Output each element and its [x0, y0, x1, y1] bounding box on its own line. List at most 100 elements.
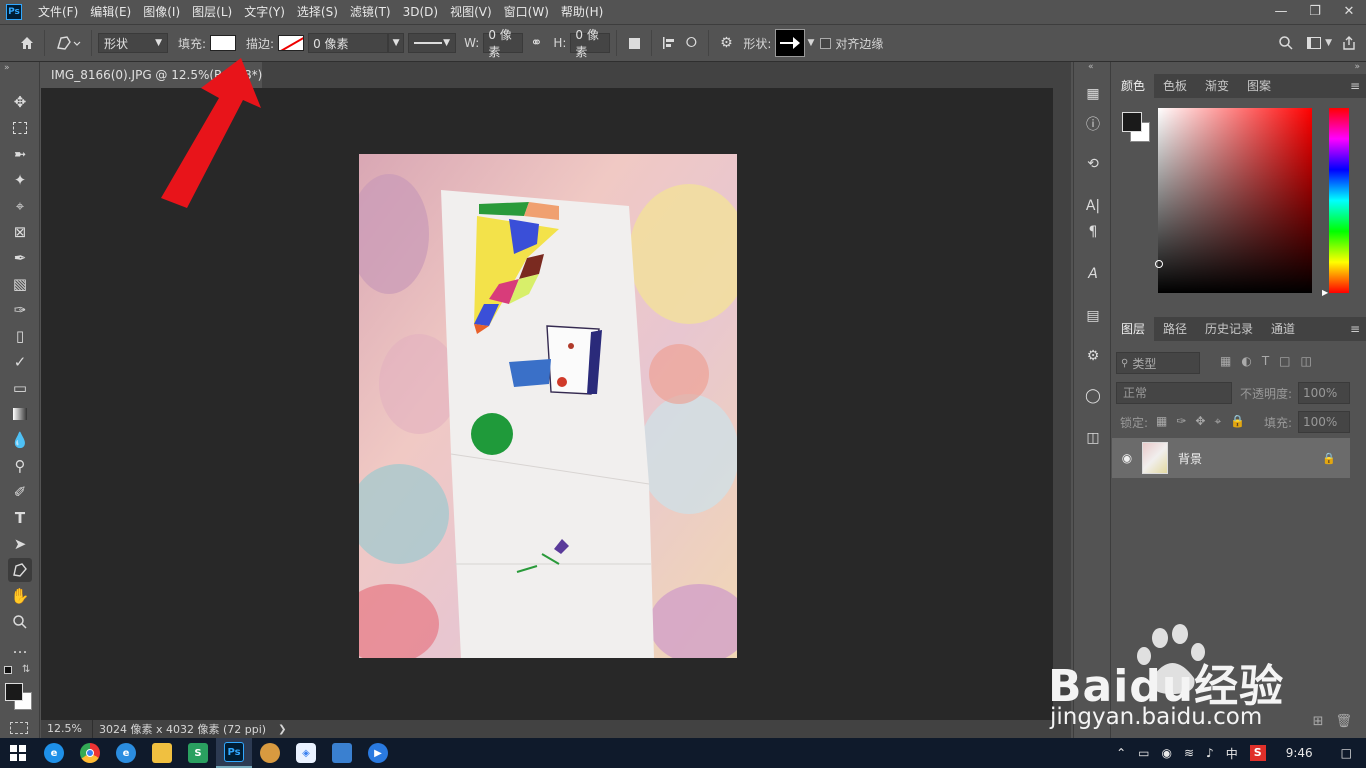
vertical-scrollbar[interactable] — [1053, 88, 1071, 720]
eraser-tool-icon[interactable]: ▭ — [8, 376, 32, 400]
wps-icon[interactable]: S — [180, 738, 216, 768]
zoom-tool-icon[interactable] — [8, 610, 32, 634]
healing-brush-tool-icon[interactable]: ▧ — [8, 272, 32, 296]
tab-layers[interactable]: 图层 — [1112, 317, 1155, 341]
info-icon[interactable]: ⓘ — [1083, 114, 1103, 134]
home-icon[interactable] — [16, 32, 38, 54]
chevron-up-icon[interactable]: ⌃ — [1110, 746, 1132, 760]
gallery-icon[interactable] — [324, 738, 360, 768]
width-input[interactable]: 0 像素 — [483, 28, 524, 59]
character-panel-icon[interactable]: A| — [1083, 196, 1103, 216]
minimize-button[interactable]: — — [1264, 0, 1298, 22]
menu-window[interactable]: 窗口(W) — [498, 0, 555, 24]
hue-slider[interactable] — [1329, 108, 1349, 293]
lock-artboard-icon[interactable]: ⌖ — [1214, 414, 1221, 429]
frame-tool-icon[interactable]: ⊠ — [8, 220, 32, 244]
stroke-swatch[interactable] — [278, 35, 305, 51]
properties-icon[interactable]: ⚙ — [1083, 346, 1103, 366]
history-brush-tool-icon[interactable]: ✓ — [8, 350, 32, 374]
tab-history[interactable]: 历史记录 — [1196, 317, 1262, 341]
new-layer-icon[interactable]: ⊞ — [1313, 714, 1324, 729]
glyphs-icon[interactable]: A — [1083, 264, 1103, 284]
workspace-icon[interactable] — [1303, 32, 1325, 54]
fill-input[interactable]: 100% — [1298, 411, 1350, 433]
gradient-tool-icon[interactable] — [8, 402, 32, 426]
learn-lightbulb-icon[interactable]: ◯ — [1083, 386, 1103, 406]
ie-icon[interactable]: e — [36, 738, 72, 768]
collapse-icon[interactable]: » — [1354, 62, 1360, 72]
chevron-down-icon[interactable]: ▼ — [1325, 38, 1332, 48]
link-icon[interactable]: ⚭ — [525, 32, 547, 54]
color-picker-cursor[interactable] — [1155, 260, 1163, 268]
quick-mask-icon[interactable] — [10, 722, 28, 734]
photoshop-icon[interactable]: Ps — [216, 738, 252, 768]
blur-tool-icon[interactable]: 💧 — [8, 428, 32, 452]
path-alignment-icon[interactable] — [658, 32, 680, 54]
dodge-tool-icon[interactable]: ⚲ — [8, 454, 32, 478]
menu-file[interactable]: 文件(F) — [32, 0, 84, 24]
tab-channels[interactable]: 通道 — [1262, 317, 1304, 341]
filter-shape-icon[interactable]: □ — [1279, 354, 1290, 368]
menu-image[interactable]: 图像(I) — [137, 0, 186, 24]
delete-layer-icon[interactable]: 🗑 — [1335, 714, 1352, 729]
menu-select[interactable]: 选择(S) — [291, 0, 344, 24]
color-field[interactable] — [1155, 108, 1312, 293]
crop-tool-icon[interactable]: ⌖ — [8, 194, 32, 218]
collapse-icon[interactable]: » — [4, 63, 10, 73]
swap-colors-icon[interactable]: ⇅ — [22, 664, 30, 675]
lock-position-icon[interactable]: ✥ — [1195, 414, 1205, 429]
more-tools-icon[interactable]: … — [8, 636, 32, 660]
collapse-icon[interactable]: « — [1088, 62, 1094, 72]
custom-shape-tool-preset-icon[interactable] — [51, 32, 85, 54]
edge-icon[interactable]: e — [108, 738, 144, 768]
menu-edit[interactable]: 编辑(E) — [84, 0, 137, 24]
clone-stamp-tool-icon[interactable]: ▯ — [8, 324, 32, 348]
paint-icon[interactable] — [252, 738, 288, 768]
path-selection-tool-icon[interactable]: ➤ — [8, 532, 32, 556]
tab-paths[interactable]: 路径 — [1154, 317, 1196, 341]
tab-color[interactable]: 颜色 — [1112, 74, 1155, 98]
menu-layer[interactable]: 图层(L) — [186, 0, 238, 24]
canvas-area[interactable] — [41, 58, 1053, 720]
filter-type-icon[interactable]: T — [1262, 354, 1269, 368]
path-arrangement-icon[interactable]: ⭘ — [680, 32, 702, 54]
shape-picker[interactable] — [775, 29, 806, 57]
document-image[interactable] — [359, 154, 737, 658]
chevron-right-icon[interactable]: ❯ — [278, 724, 286, 735]
search-icon[interactable] — [1275, 32, 1297, 54]
lock-transparency-icon[interactable]: ▦ — [1156, 414, 1167, 429]
path-operations-icon[interactable] — [623, 32, 645, 54]
chevron-down-icon[interactable]: ▼ — [807, 38, 814, 48]
menu-view[interactable]: 视图(V) — [444, 0, 498, 24]
custom-shape-tool-icon[interactable] — [8, 558, 32, 582]
magic-wand-tool-icon[interactable]: ✦ — [8, 168, 32, 192]
lasso-tool-icon[interactable]: ➼ — [8, 142, 32, 166]
eyedropper-tool-icon[interactable]: ✒ — [8, 246, 32, 270]
lock-pixels-icon[interactable]: ✑ — [1176, 414, 1186, 429]
hue-slider-handle-icon[interactable]: ▶ — [1322, 288, 1328, 297]
marquee-tool-icon[interactable] — [8, 116, 32, 140]
tab-gradients[interactable]: 渐变 — [1196, 74, 1238, 98]
gear-icon[interactable]: ⚙ — [715, 32, 737, 54]
libraries-icon[interactable]: ◫ — [1083, 428, 1103, 448]
volume-icon[interactable]: ♪ — [1200, 746, 1220, 760]
menu-3d[interactable]: 3D(D) — [397, 0, 444, 24]
layer-row[interactable]: ◉ 背景 🔒 — [1112, 438, 1350, 478]
ime-indicator[interactable]: 中 — [1220, 745, 1244, 762]
tool-mode-select[interactable]: 形状 ▼ — [98, 33, 168, 53]
layer-filter-select[interactable]: ⚲ 类型 — [1116, 352, 1200, 374]
restore-button[interactable]: ❐ — [1298, 0, 1332, 22]
type-tool-icon[interactable]: T — [8, 506, 32, 530]
network-icon[interactable]: ◈ — [288, 738, 324, 768]
windows-start-icon[interactable] — [0, 738, 36, 768]
history-icon[interactable]: ⟲ — [1083, 154, 1103, 174]
layer-name[interactable]: 背景 — [1178, 450, 1202, 467]
align-edges-checkbox[interactable] — [820, 37, 832, 49]
share-icon[interactable] — [1338, 32, 1360, 54]
stroke-width-input[interactable]: 0 像素 — [308, 33, 389, 53]
zoom-level[interactable]: 12.5% — [41, 720, 93, 738]
tab-swatches[interactable]: 色板 — [1154, 74, 1196, 98]
pen-tool-icon[interactable]: ✐ — [8, 480, 32, 504]
filter-smart-object-icon[interactable]: ◫ — [1301, 354, 1312, 368]
paragraph-icon[interactable]: ¶ — [1083, 222, 1103, 242]
